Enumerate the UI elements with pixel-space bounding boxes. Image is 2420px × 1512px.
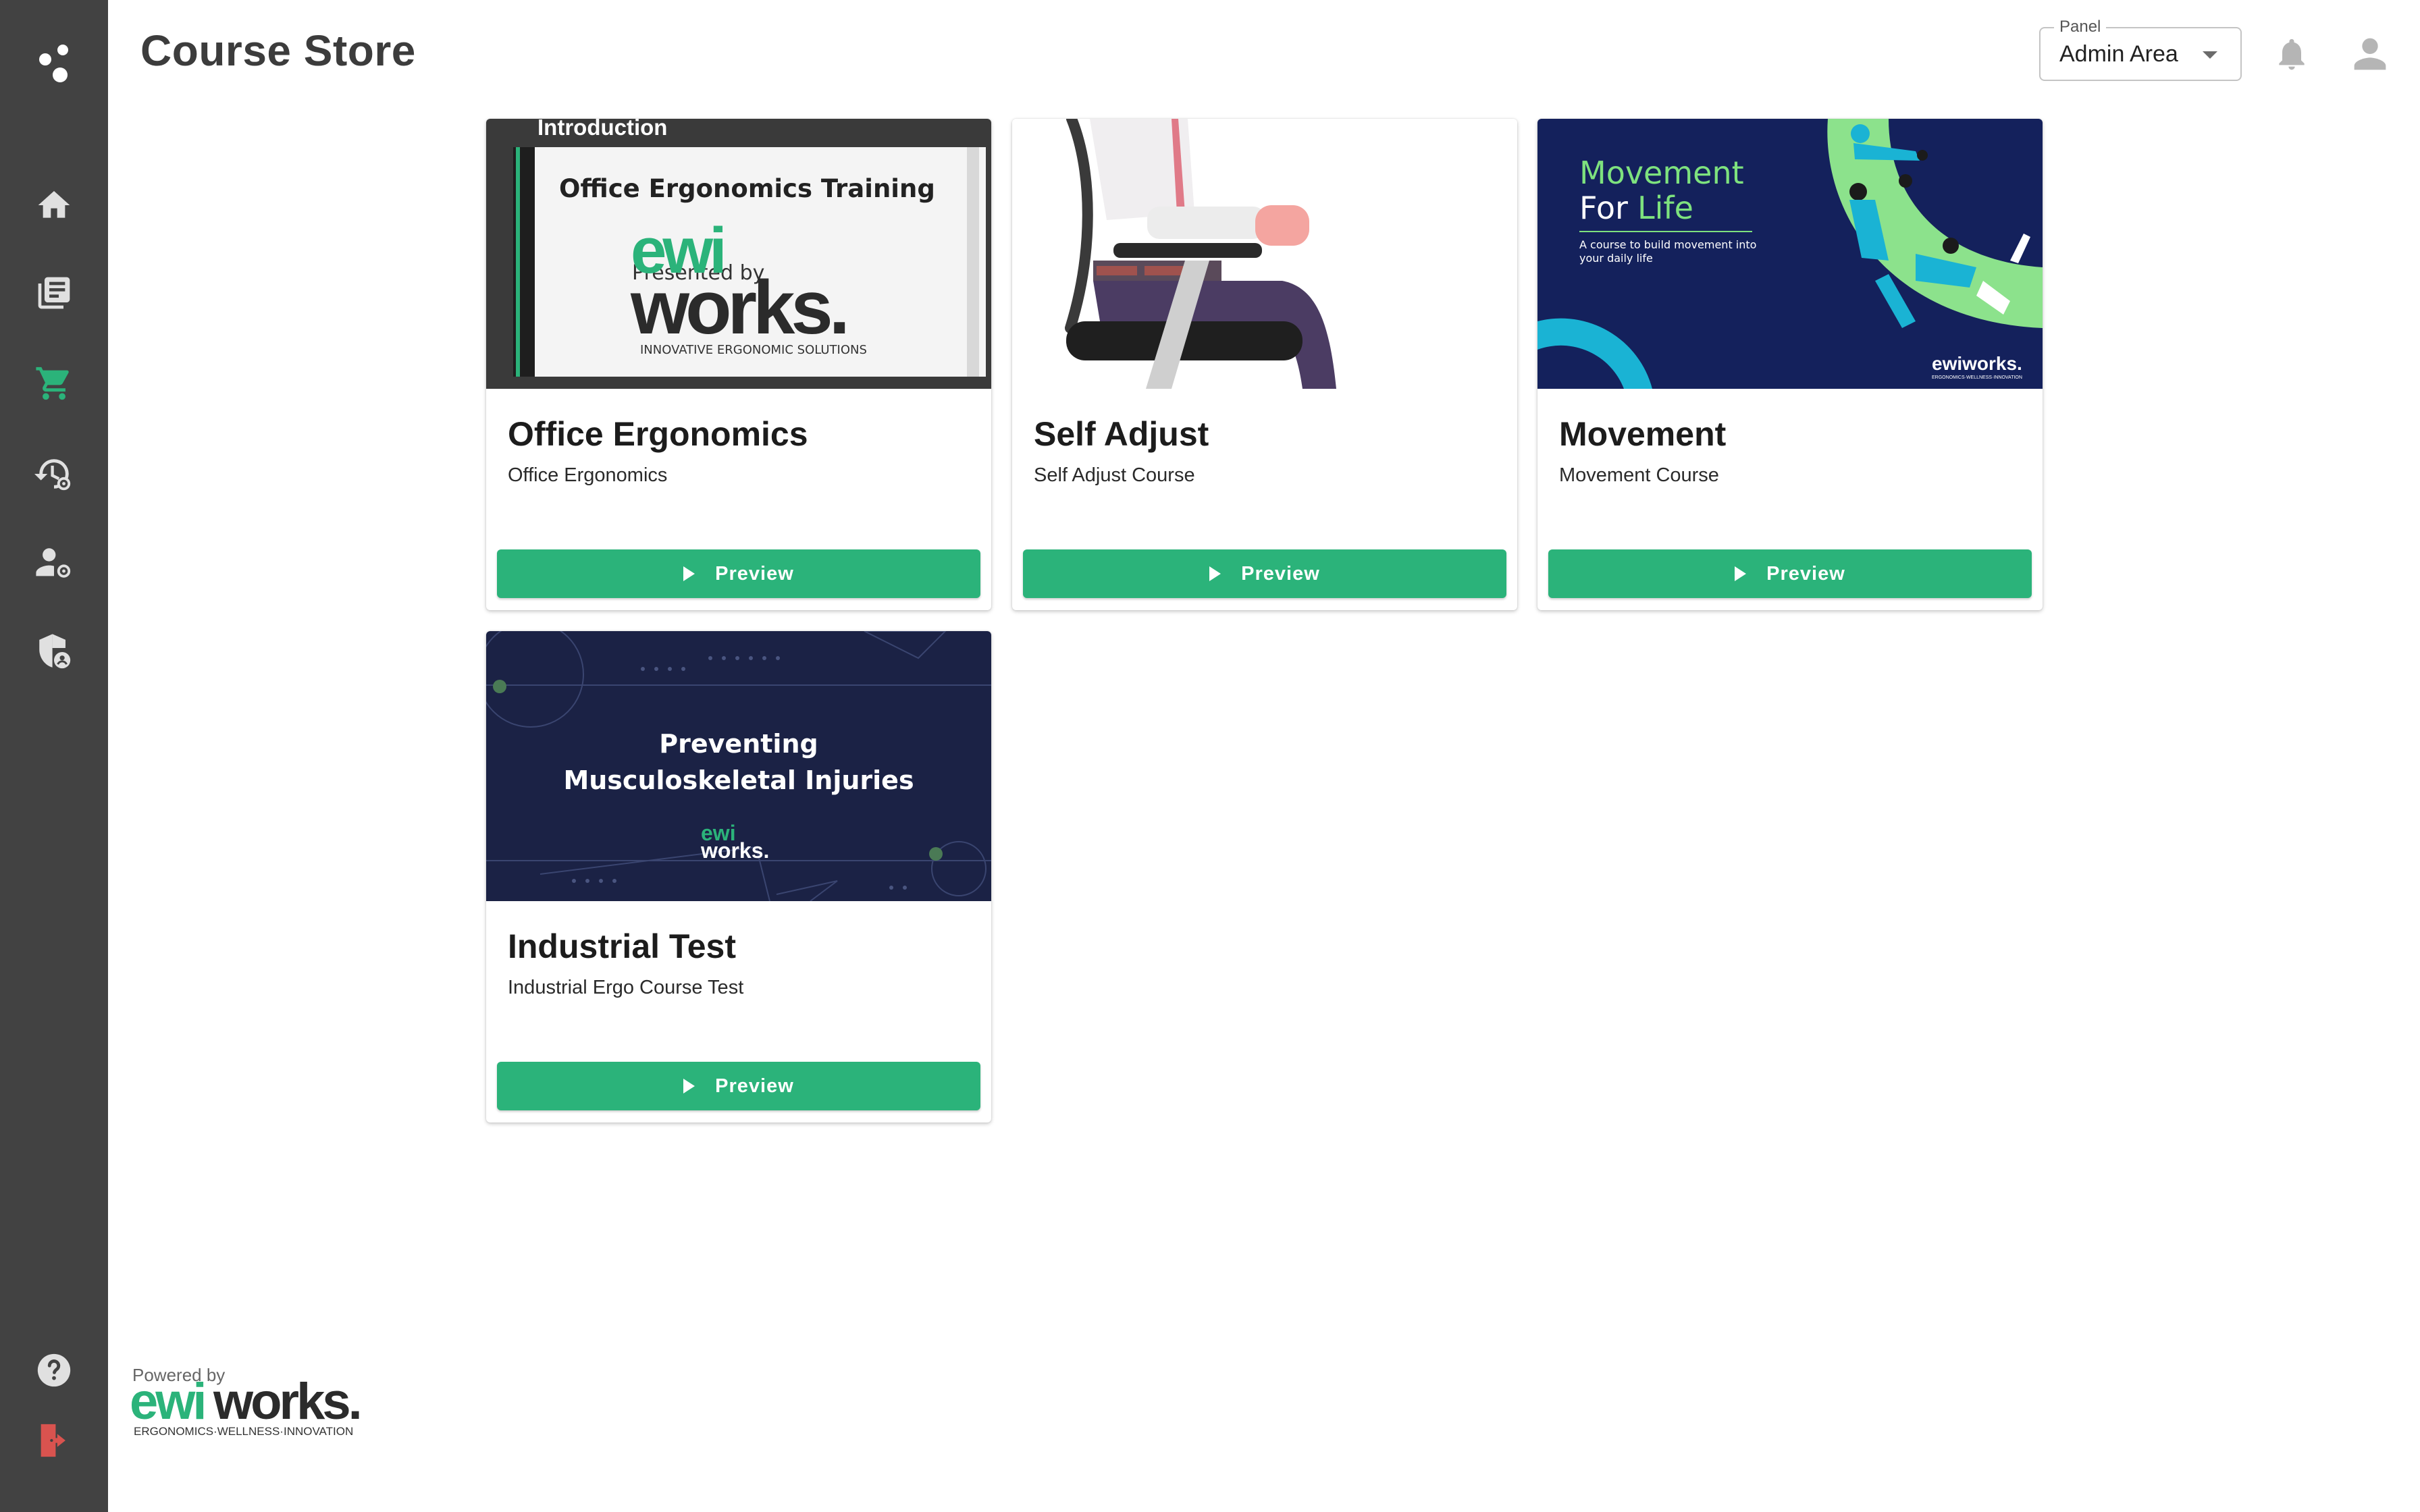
play-icon — [683, 1079, 695, 1094]
panel-label: Panel — [2054, 18, 2107, 36]
thumb-brand-bottom: works. — [630, 265, 846, 350]
course-card-movement[interactable]: Movement For Life A course to build move… — [1537, 119, 2043, 610]
history-settings-icon — [34, 459, 71, 491]
home-icon — [38, 191, 70, 218]
thumb-heading: Introduction — [537, 119, 667, 140]
thumb-brand-bottom: works. — [700, 838, 769, 863]
course-thumbnail: Introduction Office Ergonomics Training … — [486, 119, 991, 389]
app-logo-icon[interactable] — [0, 31, 108, 99]
thumb-brand-sub: ERGONOMICS·WELLNESS·INNOVATION — [1932, 375, 2022, 380]
bell-icon — [2279, 38, 2305, 70]
sidebar-item-home[interactable] — [0, 171, 108, 239]
brand-green: ewi — [130, 1378, 205, 1430]
sidebar-item-history-settings[interactable] — [0, 440, 108, 508]
sidebar-item-courses[interactable] — [0, 259, 108, 327]
play-icon — [1735, 566, 1747, 581]
course-card-office-ergonomics[interactable]: Introduction Office Ergonomics Training … — [486, 119, 991, 610]
course-card-self-adjust[interactable]: Self Adjust Self Adjust Course Preview — [1012, 119, 1517, 610]
thumb-desc2: your daily life — [1579, 252, 1653, 265]
sidebar-item-security[interactable] — [0, 618, 108, 686]
play-icon — [1209, 566, 1221, 581]
play-icon — [683, 566, 695, 581]
sidebar-item-store[interactable] — [0, 350, 108, 417]
course-subtitle: Self Adjust Course — [1034, 464, 1195, 486]
course-subtitle: Movement Course — [1559, 464, 1719, 486]
account-button[interactable] — [2343, 27, 2397, 81]
preview-button[interactable]: Preview — [497, 549, 980, 598]
course-title: Self Adjust — [1034, 415, 1209, 453]
thumb-tagline: INNOVATIVE ERGONOMIC SOLUTIONS — [640, 343, 867, 357]
preview-label: Preview — [1241, 562, 1320, 585]
thumb-brand: ewiworks. — [1932, 353, 2022, 374]
thumb-line2b: Life — [1637, 190, 1693, 226]
panel-value: Admin Area — [2059, 41, 2178, 67]
notifications-button[interactable] — [2265, 27, 2319, 81]
thumb-line1: Preventing — [659, 729, 818, 759]
user-icon — [2354, 38, 2386, 70]
courses-icon — [38, 277, 70, 309]
course-title: Industrial Test — [508, 927, 737, 965]
course-thumbnail — [1012, 119, 1517, 389]
page-title: Course Store — [140, 26, 416, 75]
preview-button[interactable]: Preview — [1548, 549, 2032, 598]
course-subtitle: Industrial Ergo Course Test — [508, 977, 744, 998]
help-button[interactable] — [0, 1336, 108, 1404]
sidebar — [0, 0, 108, 1512]
user-settings-icon — [36, 548, 71, 578]
chevron-down-icon — [2203, 51, 2217, 59]
brand-tagline: ERGONOMICS·WELLNESS·INNOVATION — [134, 1425, 353, 1438]
shield-user-icon — [39, 634, 71, 669]
ewiworks-logo: ewi works. ERGONOMICS·WELLNESS·INNOVATIO… — [130, 1373, 413, 1441]
logout-icon — [41, 1424, 65, 1457]
preview-label: Preview — [715, 562, 794, 585]
course-card-industrial-test[interactable]: Preventing Musculoskeletal Injuries ewi … — [486, 631, 991, 1123]
course-title: Office Ergonomics — [508, 415, 808, 453]
thumb-line2: Musculoskeletal Injuries — [563, 765, 914, 795]
logout-button[interactable] — [0, 1407, 108, 1474]
preview-label: Preview — [715, 1075, 794, 1097]
course-thumbnail: Preventing Musculoskeletal Injuries ewi … — [486, 631, 991, 901]
thumb-line2a: For — [1579, 190, 1628, 226]
preview-label: Preview — [1766, 562, 1845, 585]
sidebar-item-user-settings[interactable] — [0, 529, 108, 597]
brand-dark: works. — [213, 1378, 360, 1430]
thumb-line1: Movement — [1579, 155, 1744, 191]
preview-button[interactable]: Preview — [1023, 549, 1506, 598]
course-thumbnail: Movement For Life A course to build move… — [1537, 119, 2043, 389]
cart-icon — [36, 367, 69, 400]
course-subtitle: Office Ergonomics — [508, 464, 668, 486]
help-icon — [37, 1353, 71, 1387]
thumb-title: Office Ergonomics Training — [559, 174, 935, 203]
panel-select[interactable]: Panel Admin Area — [2039, 18, 2242, 81]
thumb-desc1: A course to build movement into — [1579, 238, 1756, 251]
course-title: Movement — [1559, 415, 1727, 453]
preview-button[interactable]: Preview — [497, 1062, 980, 1110]
